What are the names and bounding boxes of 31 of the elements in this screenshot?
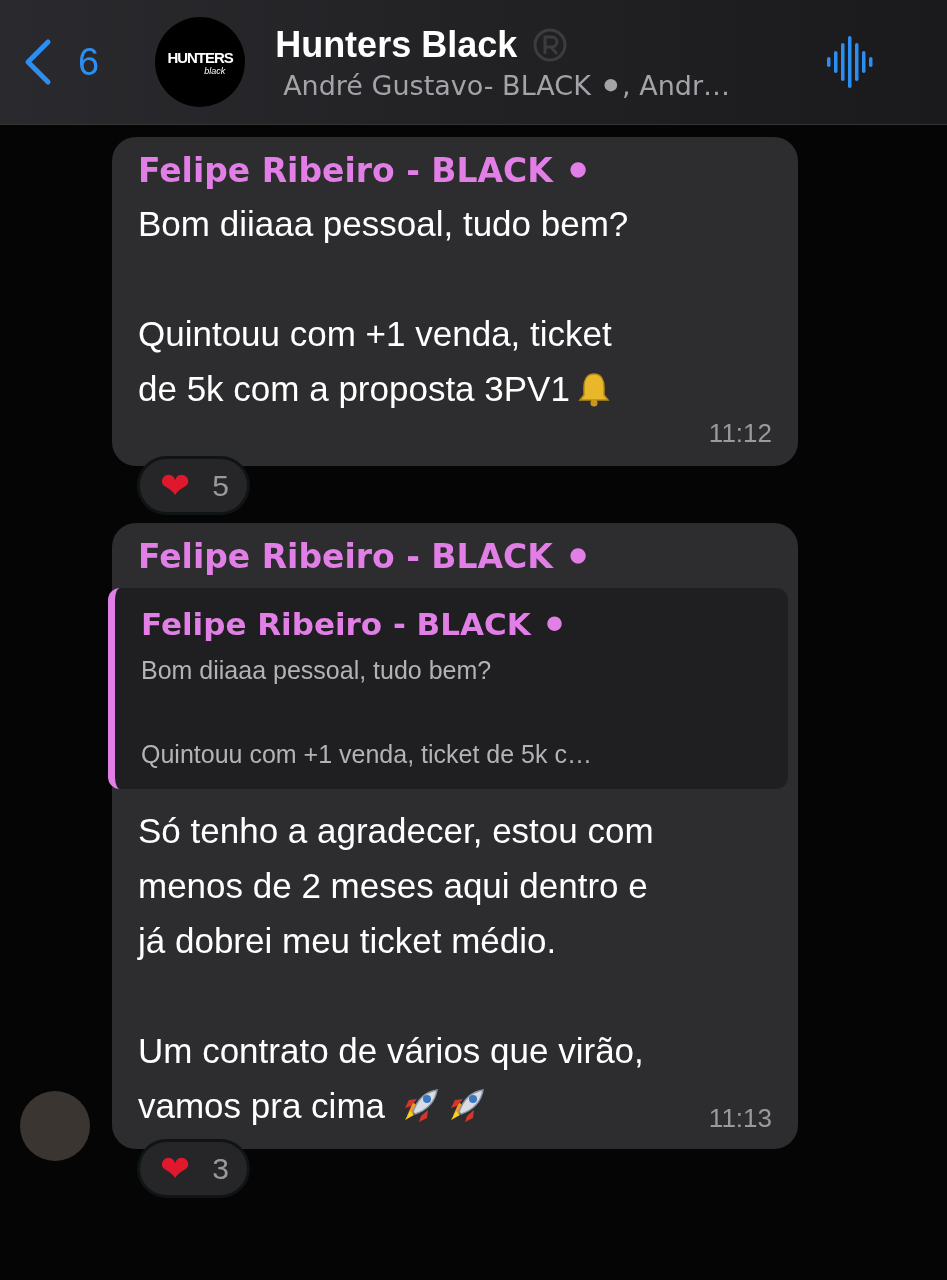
message-time: 11:12 [707, 417, 772, 450]
reaction-pill[interactable]: ❤ 5 [137, 456, 250, 515]
message-text: Só tenho a agradecer, estou com [138, 810, 654, 852]
message-text: Um contrato de vários que virão, [138, 1030, 644, 1072]
registered-icon [533, 27, 568, 62]
quoted-text: Bom diiaaa pessoal, tudo bem? [141, 656, 493, 685]
message-text: Quintouu com +1 venda, ticket [138, 313, 612, 355]
message-text: já dobrei meu ticket médio. [138, 920, 557, 962]
reaction-count: 3 [212, 1151, 229, 1186]
quoted-text: Quintouu com +1 venda, ticket de 5k c… [141, 740, 593, 769]
heart-emoji: ❤ [160, 1148, 191, 1189]
message-text: menos de 2 meses aqui dentro e [138, 865, 648, 907]
logo-subtext: black [204, 65, 226, 76]
message-time: 11:13 [708, 1103, 772, 1133]
reaction-count: 5 [212, 468, 229, 503]
message-text: de 5k com a proposta 3PV1 [138, 368, 570, 410]
chat-members: André Gustavo- BLACK ⚫, Andr… [283, 69, 732, 101]
group-avatar[interactable]: HUNTERS black [155, 17, 246, 107]
unread-count: 6 [78, 40, 100, 84]
logo-text: HUNTERS [167, 48, 233, 66]
message-text: vamos pra cima [138, 1085, 386, 1127]
sender-name: Felipe Ribeiro - BLACK ⚫ [138, 151, 593, 190]
quoted-message[interactable]: Felipe Ribeiro - BLACK ⚫ Bom diiaaa pessoal, tudo bem? Quintouu com +1 venda, ticket de 5k c… [108, 588, 788, 789]
sender-name: Felipe Ribeiro - BLACK ⚫ [138, 537, 593, 576]
message-text: Bom diiaaa pessoal, tudo bem? [138, 203, 629, 245]
chat-title: Hunters Black [275, 23, 518, 66]
audio-wave-icon[interactable] [827, 34, 875, 90]
reaction-pill[interactable]: ❤ 3 [137, 1139, 250, 1198]
back-button[interactable]: 6 [22, 38, 100, 86]
heart-emoji: ❤ [160, 465, 191, 506]
quoted-sender: Felipe Ribeiro - BLACK ⚫ [141, 606, 569, 642]
